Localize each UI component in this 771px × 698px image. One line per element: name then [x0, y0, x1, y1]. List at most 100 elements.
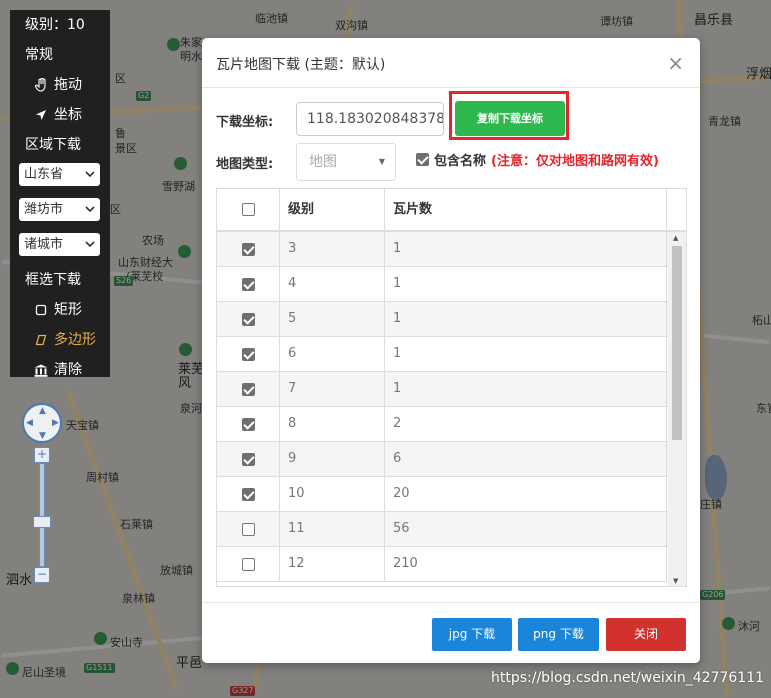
pan-right-icon[interactable]: ▶ — [52, 418, 59, 428]
table-row[interactable]: 61 — [217, 337, 669, 372]
tile-count-cell: 1 — [385, 302, 667, 336]
scroll-up-icon[interactable]: ▲ — [673, 234, 678, 242]
include-names-checkbox[interactable] — [416, 153, 429, 166]
level-cell: 9 — [280, 442, 385, 476]
close-button[interactable]: 关闭 — [606, 618, 686, 651]
level-cell: 11 — [280, 512, 385, 546]
row-checkbox[interactable] — [241, 557, 255, 571]
zoom-out-button[interactable]: − — [34, 567, 50, 583]
zoom-in-button[interactable]: + — [34, 447, 50, 463]
table-scrollbar[interactable]: ▲ ▼ — [668, 232, 686, 586]
table-row[interactable]: 31 — [217, 232, 669, 267]
tile-count-cell: 2 — [385, 407, 667, 441]
table-row[interactable]: 51 — [217, 302, 669, 337]
include-names-option[interactable]: 包含名称 (注意：仅对地图和路网有效) — [416, 150, 659, 169]
chevron-down-icon — [85, 198, 95, 231]
table-row[interactable]: 71 — [217, 372, 669, 407]
row-select-cell — [217, 512, 280, 546]
square-icon — [34, 303, 48, 317]
row-checkbox[interactable] — [241, 312, 255, 326]
level-cell: 5 — [280, 302, 385, 336]
hand-icon — [34, 78, 48, 92]
coordinate-tool-label: 坐标 — [54, 107, 82, 123]
left-toolbar: 级别：10 常规 拖动 坐标 区域下载 山东省 潍坊市 诸城市 框选下载 矩形 … — [10, 10, 110, 378]
row-select-cell — [217, 372, 280, 406]
county-select[interactable]: 诸城市 — [19, 233, 100, 256]
province-value: 山东省 — [24, 167, 64, 182]
column-header-tiles: 瓦片数 — [385, 189, 667, 230]
level-cell: 3 — [280, 232, 385, 266]
row-checkbox[interactable] — [241, 347, 255, 361]
watermark: https://blog.csdn.net/weixin_42776111 — [491, 670, 765, 686]
level-cell: 10 — [280, 477, 385, 511]
map-type-select[interactable]: 地图 ▼ — [296, 143, 396, 181]
table-row[interactable]: 10 20 — [217, 477, 669, 512]
png-download-button[interactable]: png 下载 — [518, 618, 599, 651]
section-box-select: 框选下载 — [25, 272, 81, 288]
tile-count-cell: 56 — [385, 512, 667, 546]
level-cell: 12 — [280, 547, 385, 581]
row-checkbox[interactable] — [241, 522, 255, 536]
row-checkbox[interactable] — [241, 382, 255, 396]
pan-left-icon[interactable]: ◀ — [26, 418, 33, 428]
jpg-download-button[interactable]: jpg 下载 — [432, 618, 512, 651]
row-checkbox[interactable] — [241, 277, 255, 291]
close-icon[interactable]: × — [667, 53, 684, 73]
coordinate-input[interactable] — [296, 102, 444, 136]
clear-tool-label: 清除 — [54, 362, 82, 378]
row-checkbox[interactable] — [241, 417, 255, 431]
drag-tool-label: 拖动 — [54, 77, 82, 93]
zoom-slider-track[interactable] — [39, 463, 45, 567]
section-region: 区域下载 — [25, 137, 81, 153]
row-checkbox[interactable] — [241, 487, 255, 501]
tile-count-cell: 1 — [385, 337, 667, 371]
table-row[interactable]: 82 — [217, 407, 669, 442]
tile-count-cell: 1 — [385, 232, 667, 266]
tile-download-dialog: 瓦片地图下载 (主题：默认) × 下载坐标: 复制下载坐标 地图类型: 地图 ▼… — [202, 38, 700, 663]
province-select[interactable]: 山东省 — [19, 163, 100, 186]
chevron-down-icon — [85, 163, 95, 196]
tile-count-cell: 1 — [385, 372, 667, 406]
scrollbar-thumb[interactable] — [672, 246, 682, 440]
table-header: 级别 瓦片数 — [217, 189, 686, 232]
polygon-tool-label: 多边形 — [54, 332, 96, 348]
row-select-cell — [217, 302, 280, 336]
drag-tool[interactable]: 拖动 — [10, 70, 110, 100]
table-row[interactable]: 41 — [217, 267, 669, 302]
scroll-down-icon[interactable]: ▼ — [673, 577, 678, 585]
rectangle-tool[interactable]: 矩形 — [10, 295, 110, 325]
polygon-tool[interactable]: 多边形 — [10, 325, 110, 355]
level-cell: 7 — [280, 372, 385, 406]
column-header-level: 级别 — [280, 189, 385, 230]
location-arrow-icon — [34, 108, 48, 122]
map-type-value: 地图 — [309, 154, 337, 170]
table-row[interactable]: 96 — [217, 442, 669, 477]
row-checkbox[interactable] — [241, 242, 255, 256]
city-select[interactable]: 潍坊市 — [19, 198, 100, 221]
section-general: 常规 — [25, 47, 53, 63]
polygon-icon — [34, 333, 48, 347]
tile-count-cell: 20 — [385, 477, 667, 511]
row-select-cell — [217, 267, 280, 301]
pan-down-icon[interactable]: ▼ — [39, 431, 46, 441]
row-select-cell — [217, 337, 280, 371]
tile-count-cell: 6 — [385, 442, 667, 476]
copy-coordinate-button[interactable]: 复制下载坐标 — [455, 101, 565, 136]
row-checkbox[interactable] — [241, 452, 255, 466]
row-select-cell — [217, 477, 280, 511]
select-all-checkbox[interactable] — [241, 203, 255, 216]
level-cell: 4 — [280, 267, 385, 301]
map-type-label: 地图类型: — [216, 157, 274, 172]
tile-count-cell: 1 — [385, 267, 667, 301]
table-row[interactable]: 12 210 — [217, 547, 669, 582]
pan-up-icon[interactable]: ▲ — [39, 406, 46, 416]
clear-tool[interactable]: 清除 — [10, 355, 110, 385]
zoom-slider-handle[interactable] — [33, 516, 51, 528]
dialog-footer: jpg 下载 png 下载 关闭 — [202, 602, 700, 663]
pan-control[interactable]: ▲ ▼ ◀ ▶ — [22, 403, 62, 443]
level-cell: 6 — [280, 337, 385, 371]
coordinate-label: 下载坐标: — [216, 115, 274, 130]
level-cell: 8 — [280, 407, 385, 441]
coordinate-tool[interactable]: 坐标 — [10, 100, 110, 130]
table-row[interactable]: 11 56 — [217, 512, 669, 547]
